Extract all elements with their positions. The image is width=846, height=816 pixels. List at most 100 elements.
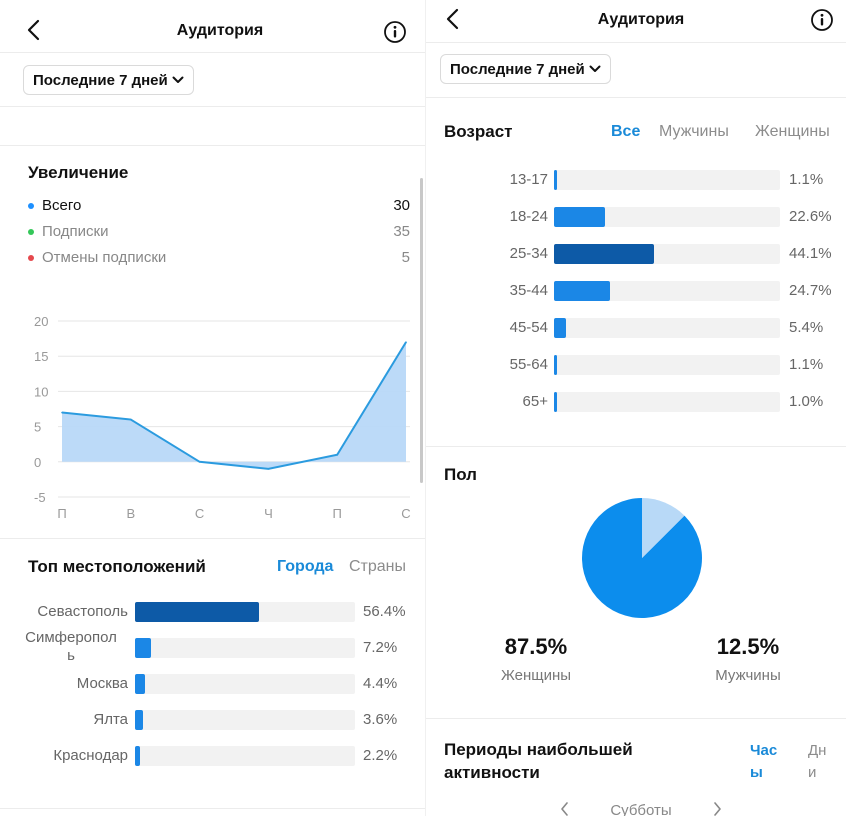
section-divider	[426, 718, 846, 719]
bar-percent: 1.0%	[789, 393, 824, 410]
tab-cities[interactable]: Города	[277, 558, 333, 576]
bar-label: Москва	[76, 675, 128, 692]
data-point	[336, 453, 339, 456]
x-tick-label: Ч	[264, 506, 273, 521]
age-title: Возраст	[444, 122, 513, 141]
scrollbar[interactable]	[420, 178, 423, 483]
bar-percent: 2.2%	[363, 747, 398, 764]
bar-fill	[554, 281, 610, 301]
bar-percent: 1.1%	[789, 171, 824, 188]
x-tick-label: П	[57, 506, 66, 521]
legend-value: 35	[393, 223, 410, 240]
section-divider	[0, 808, 425, 809]
legend-label: Всего	[42, 197, 82, 214]
bar-track	[135, 638, 355, 658]
bar-track	[554, 281, 780, 301]
men-percent: 12.5%	[716, 634, 780, 659]
chevron-left-icon[interactable]	[560, 801, 570, 816]
tab-hours[interactable]: Час ы	[750, 740, 777, 784]
women-label: Женщины	[500, 667, 572, 684]
bar-percent: 5.4%	[789, 319, 824, 336]
bar-label: Краснодар	[53, 747, 128, 764]
date-range-dropdown[interactable]: Последние 7 дней	[440, 54, 611, 84]
tab-hours-line: Час	[750, 742, 778, 759]
men-label: Мужчины	[715, 667, 781, 684]
data-point	[198, 461, 201, 463]
y-tick-label: 0	[34, 455, 41, 470]
bar-track	[554, 355, 780, 375]
activity-title: Периоды наибольшей активности	[444, 738, 633, 784]
legend-value: 30	[393, 197, 410, 214]
data-point	[267, 468, 270, 470]
info-circle-icon[interactable]	[383, 20, 407, 44]
data-point	[130, 418, 132, 421]
bar-fill	[554, 392, 557, 412]
bar-track	[554, 170, 780, 190]
bar-percent: 22.6%	[789, 208, 832, 225]
legend-row-follows: Подписки 35	[28, 223, 410, 240]
legend-label: Отмены подписки	[42, 249, 167, 266]
bar-label: 25-34	[509, 245, 548, 262]
day-label: Субботы	[610, 802, 672, 816]
tab-age-men[interactable]: Мужчины	[659, 123, 729, 141]
bar-fill	[135, 674, 145, 694]
bar-fill	[554, 318, 567, 338]
bar-percent: 4.4%	[363, 675, 398, 692]
bar-percent: 24.7%	[789, 282, 832, 299]
right-screen: Аудитория Последние 7 дней Возраст Все М…	[425, 0, 846, 816]
date-range-label: Последние 7 дней	[450, 60, 585, 78]
bar-label: 55-64	[509, 356, 548, 373]
bar-track	[135, 602, 355, 622]
tab-days-line: и	[808, 764, 817, 781]
top-locations-title: Топ местоположений	[28, 557, 206, 576]
legend-dot	[28, 228, 34, 235]
y-tick-label: 15	[34, 349, 48, 364]
bar-fill	[135, 602, 260, 622]
growth-title: Увеличение	[28, 163, 129, 182]
bar-label: 45-54	[509, 319, 548, 336]
gender-pie-chart	[582, 498, 702, 618]
bar-track	[554, 244, 780, 264]
tab-countries[interactable]: Страны	[349, 558, 406, 576]
x-tick-label: С	[195, 506, 204, 521]
bar-track	[135, 746, 355, 766]
bar-track	[554, 318, 780, 338]
area-fill	[62, 342, 406, 469]
gender-title: Пол	[444, 465, 477, 484]
bar-label: 65+	[522, 393, 548, 410]
bar-label: 18-24	[509, 208, 548, 225]
section-divider	[0, 538, 425, 539]
section-divider	[0, 106, 425, 107]
tab-days[interactable]: Дн и	[808, 740, 826, 784]
header-divider	[426, 42, 846, 43]
y-tick-label: 10	[34, 384, 48, 399]
activity-title-line: Периоды наибольшей	[444, 740, 633, 759]
bar-percent: 7.2%	[363, 639, 398, 656]
y-tick-label: -5	[34, 490, 46, 505]
bar-percent: 1.1%	[789, 356, 824, 373]
activity-title-line: активности	[444, 763, 540, 782]
date-range-dropdown[interactable]: Последние 7 дней	[23, 65, 194, 95]
chevron-down-icon	[172, 76, 184, 83]
page-title: Аудитория	[597, 11, 685, 28]
bar-track	[135, 674, 355, 694]
section-divider	[426, 446, 846, 447]
bar-percent: 44.1%	[789, 245, 832, 262]
legend-row-total: Всего 30	[28, 197, 410, 214]
x-tick-label: П	[333, 506, 342, 521]
bar-percent: 56.4%	[363, 603, 406, 620]
bar-fill	[554, 244, 654, 264]
tab-age-women[interactable]: Женщины	[755, 123, 830, 141]
data-point	[405, 341, 407, 343]
chevron-right-icon[interactable]	[712, 801, 722, 816]
tab-age-all[interactable]: Все	[611, 123, 640, 141]
date-range-label: Последние 7 дней	[33, 71, 168, 89]
legend-dot	[28, 254, 34, 261]
bar-label: Севастополь	[37, 603, 128, 620]
left-screen: Аудитория Последние 7 дней Увеличение Вс…	[0, 0, 425, 816]
legend-value: 5	[401, 249, 410, 266]
y-tick-label: 20	[34, 314, 48, 329]
info-circle-icon[interactable]	[810, 8, 834, 32]
bar-label: Симферопол ь	[25, 629, 117, 664]
bar-fill	[135, 638, 151, 658]
